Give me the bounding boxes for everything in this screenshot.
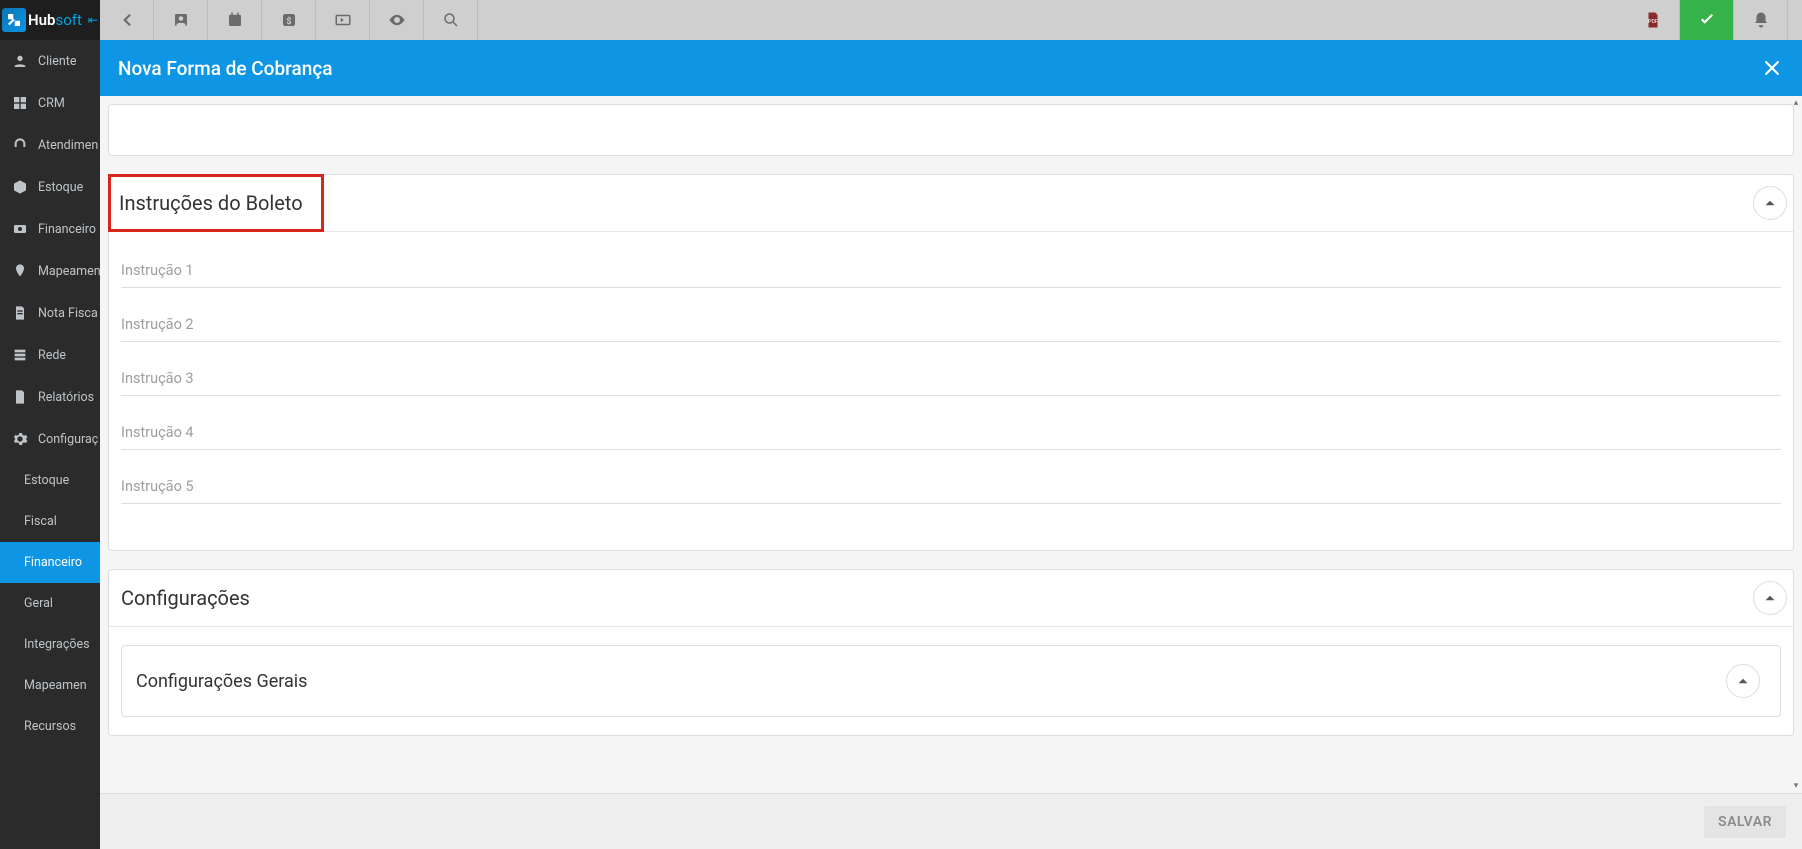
close-button[interactable] bbox=[1760, 56, 1784, 80]
sidebar-sub-mapeamento[interactable]: Mapeamen bbox=[0, 665, 100, 706]
logo-mark-icon bbox=[2, 8, 26, 32]
section-instrucoes-boleto: Instruções do Boleto bbox=[108, 174, 1794, 551]
sidebar-item-mapeamento[interactable]: Mapeamen bbox=[0, 250, 100, 292]
collapse-sidebar-icon[interactable]: ⇤ bbox=[88, 13, 98, 27]
sidebar: Hubsoft ⇤ Cliente CRM Atendimen Estoque … bbox=[0, 0, 100, 849]
search-icon[interactable] bbox=[424, 0, 478, 40]
inner-title-text: Configurações Gerais bbox=[136, 671, 307, 692]
instrucao-5-input[interactable] bbox=[121, 468, 1781, 504]
sidebar-item-label: Rede bbox=[38, 348, 66, 363]
main: $ PDF Nova Forma de Cobrança Instruções … bbox=[100, 0, 1802, 849]
inner-header: Configurações Gerais bbox=[122, 646, 1780, 716]
svg-text:PDF: PDF bbox=[1648, 19, 1658, 25]
calendar-icon[interactable] bbox=[208, 0, 262, 40]
sidebar-sub-label: Estoque bbox=[24, 473, 69, 488]
section-title-text: Instruções do Boleto bbox=[119, 191, 303, 215]
sidebar-sub-label: Fiscal bbox=[24, 514, 57, 529]
sidebar-sub-label: Mapeamen bbox=[24, 678, 87, 693]
sidebar-item-label: Relatórios bbox=[38, 390, 94, 405]
topbar: $ PDF bbox=[100, 0, 1802, 40]
scroll-up-arrow-icon[interactable]: ▴ bbox=[1794, 98, 1799, 108]
modal-body[interactable]: Instruções do Boleto bbox=[100, 96, 1802, 793]
sidebar-item-configuracoes[interactable]: Configuraç bbox=[0, 418, 100, 460]
collapse-section-button[interactable] bbox=[1753, 581, 1787, 615]
back-button[interactable] bbox=[100, 0, 154, 40]
section-header-row: Configurações bbox=[109, 570, 1793, 627]
sidebar-sub-financeiro[interactable]: Financeiro bbox=[0, 542, 100, 583]
brand-logo[interactable]: Hubsoft ⇤ bbox=[0, 0, 100, 40]
sidebar-item-label: Financeiro bbox=[38, 222, 96, 237]
save-button[interactable]: SALVAR bbox=[1704, 806, 1786, 838]
sidebar-sub-recursos[interactable]: Recursos bbox=[0, 706, 100, 747]
section-body bbox=[109, 232, 1793, 550]
sidebar-item-financeiro[interactable]: Financeiro bbox=[0, 208, 100, 250]
nav: Cliente CRM Atendimen Estoque Financeiro… bbox=[0, 40, 100, 849]
section-configuracoes: Configurações Configurações Gerais bbox=[108, 569, 1794, 736]
sidebar-item-label: Atendimen bbox=[38, 138, 98, 153]
pdf-icon[interactable]: PDF bbox=[1626, 0, 1680, 40]
sidebar-sub-label: Geral bbox=[24, 596, 53, 611]
save-button-label: SALVAR bbox=[1718, 814, 1772, 830]
sidebar-item-label: Mapeamen bbox=[38, 264, 100, 279]
sidebar-sub-fiscal[interactable]: Fiscal bbox=[0, 501, 100, 542]
sidebar-item-label: Cliente bbox=[38, 54, 76, 69]
modal: Nova Forma de Cobrança Instruções do Bol… bbox=[100, 40, 1802, 849]
bell-icon[interactable] bbox=[1734, 0, 1788, 40]
sidebar-item-label: Estoque bbox=[38, 180, 83, 195]
section-header-row: Instruções do Boleto bbox=[109, 175, 1793, 232]
modal-footer: SALVAR bbox=[100, 793, 1802, 849]
svg-text:$: $ bbox=[286, 16, 291, 27]
content: Nova Forma de Cobrança Instruções do Bol… bbox=[100, 40, 1802, 849]
section-title-instrucoes: Instruções do Boleto bbox=[109, 175, 323, 231]
sidebar-sub-label: Recursos bbox=[24, 719, 76, 734]
topbar-edge bbox=[1788, 0, 1802, 40]
sidebar-item-atendimento[interactable]: Atendimen bbox=[0, 124, 100, 166]
sidebar-item-nota-fiscal[interactable]: Nota Fisca bbox=[0, 292, 100, 334]
collapse-inner-button[interactable] bbox=[1726, 664, 1760, 698]
eye-icon[interactable] bbox=[370, 0, 424, 40]
inner-section-config-gerais: Configurações Gerais bbox=[121, 645, 1781, 717]
sidebar-sub-geral[interactable]: Geral bbox=[0, 583, 100, 624]
sidebar-sub-estoque[interactable]: Estoque bbox=[0, 460, 100, 501]
previous-section-card bbox=[108, 104, 1794, 156]
section-title-text: Configurações bbox=[121, 586, 250, 610]
input-icon[interactable] bbox=[316, 0, 370, 40]
modal-title: Nova Forma de Cobrança bbox=[118, 57, 332, 80]
sidebar-item-rede[interactable]: Rede bbox=[0, 334, 100, 376]
collapse-section-button[interactable] bbox=[1753, 186, 1787, 220]
sidebar-item-crm[interactable]: CRM bbox=[0, 82, 100, 124]
sidebar-item-estoque[interactable]: Estoque bbox=[0, 166, 100, 208]
sidebar-sub-label: Integrações bbox=[24, 637, 90, 652]
sidebar-sub-integracoes[interactable]: Integrações bbox=[0, 624, 100, 665]
instrucao-2-input[interactable] bbox=[121, 306, 1781, 342]
dollar-icon[interactable]: $ bbox=[262, 0, 316, 40]
sidebar-sub-label: Financeiro bbox=[24, 555, 82, 570]
instrucao-4-input[interactable] bbox=[121, 414, 1781, 450]
instrucao-3-input[interactable] bbox=[121, 360, 1781, 396]
sidebar-item-relatorios[interactable]: Relatórios bbox=[0, 376, 100, 418]
instrucao-1-input[interactable] bbox=[121, 252, 1781, 288]
sidebar-item-label: Nota Fisca bbox=[38, 306, 98, 321]
scroll-down-arrow-icon[interactable]: ▾ bbox=[1794, 781, 1799, 791]
topbar-spacer bbox=[478, 0, 1626, 40]
user-icon[interactable] bbox=[154, 0, 208, 40]
section-title-config: Configurações bbox=[109, 570, 262, 626]
sidebar-item-label: Configuraç bbox=[38, 432, 98, 447]
sidebar-item-cliente[interactable]: Cliente bbox=[0, 40, 100, 82]
status-ok-icon[interactable] bbox=[1680, 0, 1734, 40]
modal-header: Nova Forma de Cobrança bbox=[100, 40, 1802, 96]
logo-text: Hubsoft bbox=[28, 11, 82, 29]
scroll-indicator: ▴ ▾ bbox=[1790, 96, 1802, 793]
sidebar-item-label: CRM bbox=[38, 96, 65, 111]
